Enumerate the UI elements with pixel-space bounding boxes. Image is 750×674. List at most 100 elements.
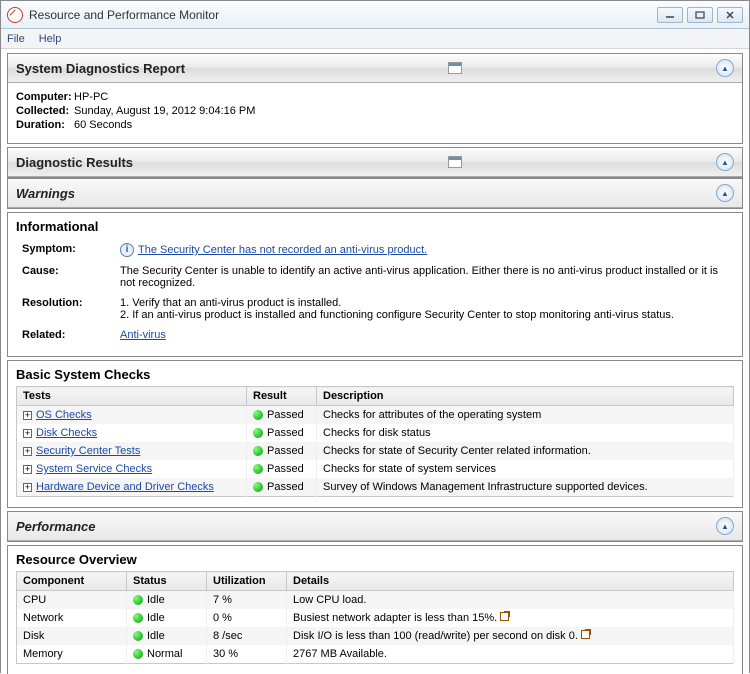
expand-icon[interactable]: + bbox=[23, 465, 32, 474]
related-label: Related: bbox=[18, 326, 114, 344]
menubar: File Help bbox=[1, 29, 749, 49]
external-link-icon[interactable] bbox=[500, 612, 509, 621]
table-row: DiskIdle8 /secDisk I/O is less than 100 … bbox=[17, 627, 734, 645]
app-icon bbox=[7, 7, 23, 23]
resource-title: Resource Overview bbox=[16, 552, 734, 571]
expand-icon[interactable]: + bbox=[23, 447, 32, 456]
computer-value: HP-PC bbox=[74, 91, 108, 103]
panel-basic-checks: Basic System Checks Tests Result Descrip… bbox=[7, 360, 743, 508]
maximize-button[interactable] bbox=[687, 7, 713, 23]
collapse-button[interactable]: ▲ bbox=[716, 517, 734, 535]
resource-status: Idle bbox=[147, 594, 165, 606]
table-row: Memory Normal 30 % 2767 MB Available. bbox=[17, 645, 734, 664]
th-util: Utilization bbox=[207, 572, 287, 591]
resource-component: Network bbox=[17, 609, 127, 627]
resource-util: 8 /sec bbox=[207, 627, 287, 645]
check-test-link[interactable]: Security Center Tests bbox=[36, 445, 140, 457]
panel-warnings: Warnings ▲ bbox=[7, 178, 743, 209]
check-test-link[interactable]: System Service Checks bbox=[36, 463, 152, 475]
window-buttons bbox=[657, 7, 743, 23]
resource-util: 7 % bbox=[207, 591, 287, 610]
report-meta: Computer:HP-PC Collected:Sunday, August … bbox=[8, 83, 742, 143]
resource-details: Low CPU load. bbox=[293, 594, 366, 606]
table-row: + OS Checks Passed Checks for attributes of… bbox=[17, 406, 734, 425]
checks-title: Basic System Checks bbox=[16, 367, 734, 386]
th-description: Description bbox=[317, 387, 734, 406]
warnings-title: Warnings bbox=[16, 186, 716, 201]
resource-component: Memory bbox=[17, 645, 127, 664]
performance-title: Performance bbox=[16, 519, 716, 534]
report-title: System Diagnostics Report bbox=[16, 61, 716, 76]
collapse-button[interactable]: ▲ bbox=[716, 59, 734, 77]
table-row: + Security Center Tests Passed Checks for s… bbox=[17, 442, 734, 460]
check-test-link[interactable]: Disk Checks bbox=[36, 427, 97, 439]
status-dot-icon bbox=[133, 613, 143, 623]
cause-label: Cause: bbox=[18, 262, 114, 292]
symptom-link[interactable]: The Security Center has not recorded an … bbox=[138, 244, 427, 256]
cause-text: The Security Center is unable to identif… bbox=[116, 262, 732, 292]
check-description: Checks for state of Security Center rela… bbox=[317, 442, 734, 460]
status-dot-icon bbox=[133, 649, 143, 659]
check-result: Passed bbox=[267, 427, 304, 439]
duration-label: Duration: bbox=[16, 119, 74, 131]
table-row: CPU Idle 7 % Low CPU load. bbox=[17, 591, 734, 610]
resource-details: 2767 MB Available. bbox=[293, 648, 387, 660]
panel-header-diag-results[interactable]: Diagnostic Results ▲ bbox=[8, 148, 742, 177]
symptom-label: Symptom: bbox=[18, 240, 114, 260]
resource-util: 30 % bbox=[207, 645, 287, 664]
check-description: Survey of Windows Management Infrastruct… bbox=[317, 478, 734, 497]
resource-status: Normal bbox=[147, 648, 182, 660]
minimize-button[interactable] bbox=[657, 7, 683, 23]
resource-component: Disk bbox=[17, 627, 127, 645]
check-description: Checks for state of system services bbox=[317, 460, 734, 478]
th-status: Status bbox=[127, 572, 207, 591]
diag-title: Diagnostic Results bbox=[16, 155, 716, 170]
expand-icon[interactable]: + bbox=[23, 429, 32, 438]
informational-title: Informational bbox=[16, 219, 734, 238]
check-description: Checks for attributes of the operating s… bbox=[317, 406, 734, 425]
table-row: +System Service ChecksPassedChecks for s… bbox=[17, 460, 734, 478]
status-dot-icon bbox=[253, 428, 263, 438]
status-dot-icon bbox=[133, 595, 143, 605]
resource-details: Busiest network adapter is less than 15%… bbox=[293, 612, 497, 624]
th-details: Details bbox=[287, 572, 734, 591]
check-result: Passed bbox=[267, 445, 304, 457]
resource-status: Idle bbox=[147, 630, 165, 642]
resource-util: 0 % bbox=[207, 609, 287, 627]
informational-table: Symptom: i The Security Center has not re… bbox=[16, 238, 734, 346]
menu-file[interactable]: File bbox=[7, 33, 25, 45]
collected-label: Collected: bbox=[16, 105, 74, 117]
collapse-button[interactable]: ▲ bbox=[716, 184, 734, 202]
panel-header-warnings[interactable]: Warnings ▲ bbox=[8, 179, 742, 208]
table-row: Network Idle 0 % Busiest network adapter is… bbox=[17, 609, 734, 627]
resolution-2: 2. If an anti-virus product is installed… bbox=[120, 309, 728, 321]
checks-table: Tests Result Description +OS ChecksPasse… bbox=[16, 386, 734, 497]
related-link[interactable]: Anti-virus bbox=[120, 329, 166, 341]
expand-icon[interactable]: + bbox=[23, 411, 32, 420]
status-dot-icon bbox=[253, 410, 263, 420]
check-test-link[interactable]: OS Checks bbox=[36, 409, 92, 421]
check-result: Passed bbox=[267, 409, 304, 421]
panel-header-diagnostics[interactable]: System Diagnostics Report ▲ bbox=[8, 54, 742, 83]
check-description: Checks for disk status bbox=[317, 424, 734, 442]
resource-status: Idle bbox=[147, 612, 165, 624]
check-test-link[interactable]: Hardware Device and Driver Checks bbox=[36, 481, 214, 493]
calendar-icon bbox=[448, 156, 462, 168]
external-link-icon[interactable] bbox=[581, 630, 590, 639]
collected-value: Sunday, August 19, 2012 9:04:16 PM bbox=[74, 105, 255, 117]
panel-informational: Informational Symptom: i The Security Cen… bbox=[7, 212, 743, 357]
resolution-1: 1. Verify that an anti-virus product is … bbox=[120, 297, 728, 309]
resolution-label: Resolution: bbox=[18, 294, 114, 324]
close-button[interactable] bbox=[717, 7, 743, 23]
info-icon: i bbox=[120, 243, 134, 257]
resource-component: CPU bbox=[17, 591, 127, 610]
panel-performance: Performance ▲ bbox=[7, 511, 743, 542]
table-row: + Disk Checks Passed Checks for disk status bbox=[17, 424, 734, 442]
th-result: Result bbox=[247, 387, 317, 406]
status-dot-icon bbox=[133, 631, 143, 641]
status-dot-icon bbox=[253, 464, 263, 474]
panel-header-performance[interactable]: Performance ▲ bbox=[8, 512, 742, 541]
collapse-button[interactable]: ▲ bbox=[716, 153, 734, 171]
expand-icon[interactable]: + bbox=[23, 483, 32, 492]
menu-help[interactable]: Help bbox=[39, 33, 62, 45]
